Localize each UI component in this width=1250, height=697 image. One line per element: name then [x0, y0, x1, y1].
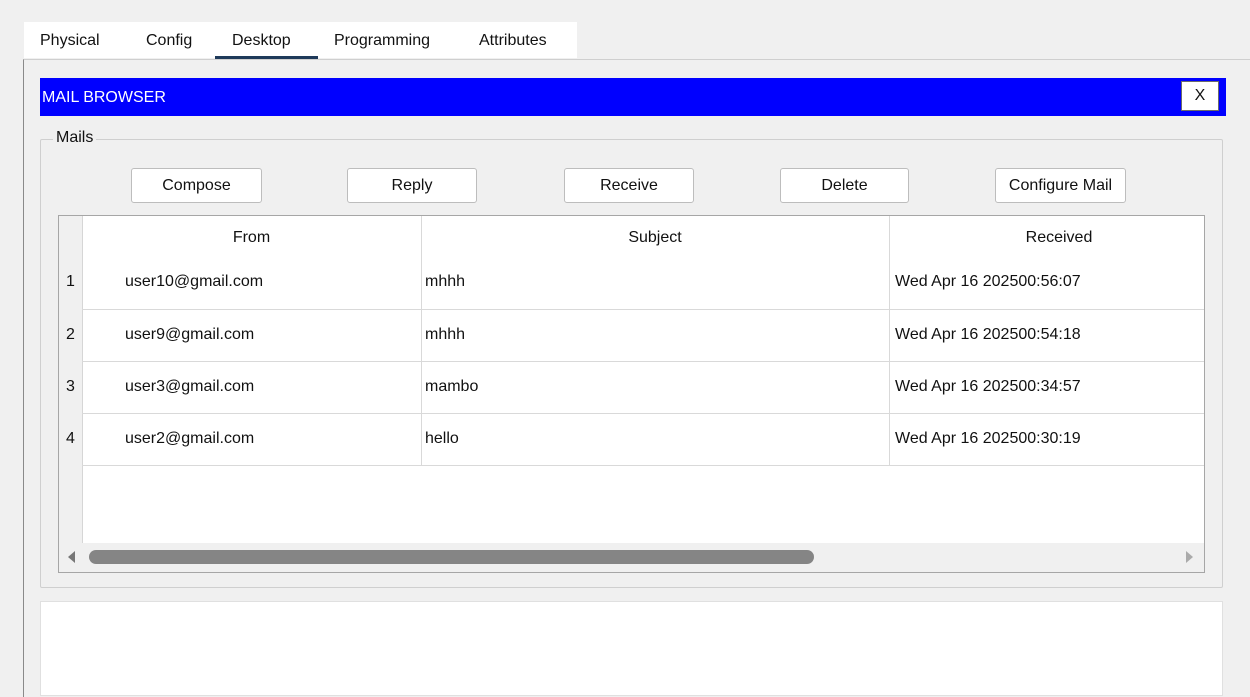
mails-group-label: Mails: [53, 129, 97, 147]
column-header-received[interactable]: Received: [889, 216, 1204, 259]
column-divider: [889, 216, 890, 466]
reply-button[interactable]: Reply: [347, 168, 477, 203]
compose-button[interactable]: Compose: [131, 168, 262, 203]
window-title-bar: MAIL BROWSER: [40, 78, 1226, 116]
scroll-right-arrow-icon[interactable]: [1186, 551, 1193, 563]
cell-received: Wed Apr 16 202500:30:19: [895, 430, 1081, 447]
horizontal-scrollbar[interactable]: [59, 543, 1204, 572]
tab-physical[interactable]: Physical: [40, 32, 100, 50]
row-number: 1: [66, 273, 75, 290]
receive-button[interactable]: Receive: [564, 168, 694, 203]
cell-subject: mhhh: [425, 273, 466, 290]
tab-desktop[interactable]: Desktop: [232, 32, 291, 50]
cell-from: user2@gmail.com: [125, 430, 255, 447]
cell-from: user3@gmail.com: [125, 378, 255, 395]
cell-from: user10@gmail.com: [125, 273, 264, 290]
window-title: MAIL BROWSER: [42, 89, 166, 106]
row-divider: [82, 465, 1204, 466]
row-number: 3: [66, 378, 75, 395]
row-divider: [82, 361, 1204, 362]
mail-table: From Subject Received 1 user10@gmail.com…: [58, 215, 1205, 573]
column-header-from[interactable]: From: [82, 216, 421, 259]
row-divider: [82, 413, 1204, 414]
close-button[interactable]: X: [1181, 81, 1219, 111]
row-number: 4: [66, 430, 75, 447]
cell-from: user9@gmail.com: [125, 326, 255, 343]
cell-subject: hello: [425, 430, 459, 447]
message-preview-pane[interactable]: [40, 601, 1223, 696]
cell-received: Wed Apr 16 202500:34:57: [895, 378, 1081, 395]
cell-subject: mambo: [425, 378, 479, 395]
cell-received: Wed Apr 16 202500:56:07: [895, 273, 1081, 290]
column-divider: [421, 216, 422, 466]
row-number: 2: [66, 326, 75, 343]
delete-button[interactable]: Delete: [780, 168, 909, 203]
tab-attributes[interactable]: Attributes: [479, 32, 547, 50]
tab-config[interactable]: Config: [146, 32, 192, 50]
cell-subject: mhhh: [425, 326, 466, 343]
scrollbar-thumb[interactable]: [89, 550, 814, 564]
tab-programming[interactable]: Programming: [334, 32, 430, 50]
column-header-subject[interactable]: Subject: [421, 216, 889, 259]
configure-mail-button[interactable]: Configure Mail: [995, 168, 1126, 203]
scroll-left-arrow-icon[interactable]: [68, 551, 75, 563]
cell-received: Wed Apr 16 202500:54:18: [895, 326, 1081, 343]
row-divider: [82, 309, 1204, 310]
